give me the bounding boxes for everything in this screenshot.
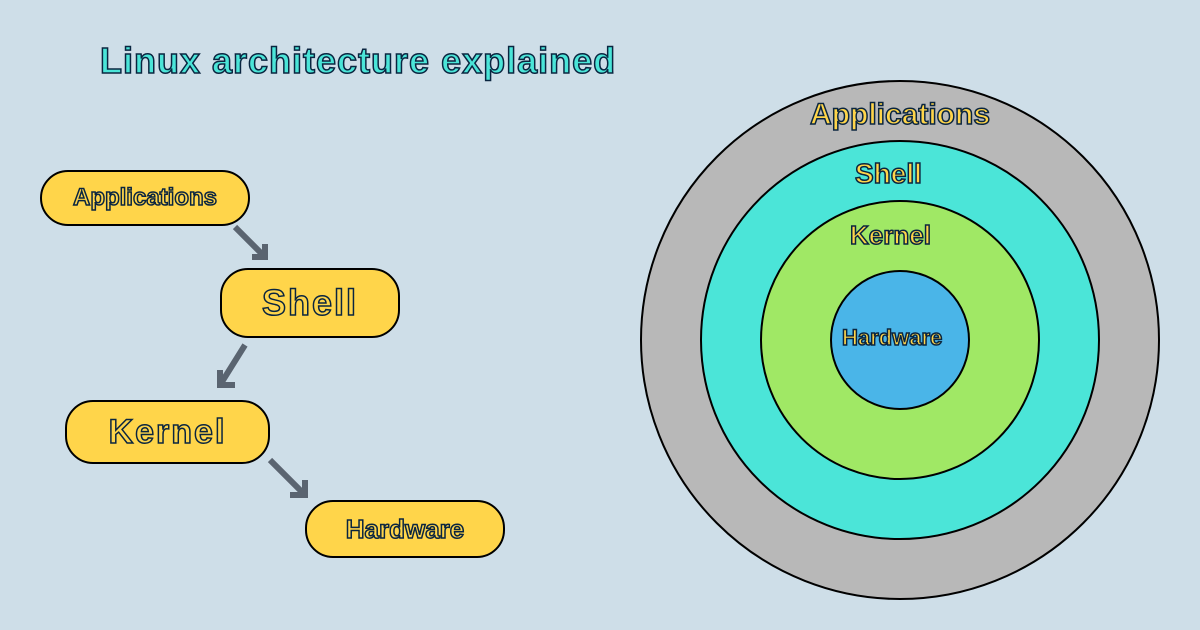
flow-node-label: Shell bbox=[262, 282, 358, 324]
flow-node-applications: Applications bbox=[40, 170, 250, 226]
ring-diagram: Applications Shell Kernel Hardware bbox=[640, 80, 1160, 600]
ring-label-kernel: Kernel bbox=[850, 220, 931, 251]
ring-label-shell: Shell bbox=[855, 158, 922, 190]
page-title: Linux architecture explained bbox=[100, 40, 616, 82]
flow-node-kernel: Kernel bbox=[65, 400, 270, 464]
flow-node-label: Kernel bbox=[109, 413, 227, 452]
ring-label-hardware: Hardware bbox=[842, 325, 942, 351]
arrow-down-icon bbox=[265, 455, 325, 510]
flow-node-label: Hardware bbox=[346, 514, 465, 545]
flow-node-label: Applications bbox=[73, 184, 217, 212]
flow-node-shell: Shell bbox=[220, 268, 400, 338]
arrow-down-icon bbox=[230, 222, 280, 272]
ring-label-applications: Applications bbox=[810, 98, 990, 132]
arrow-down-icon bbox=[210, 340, 260, 400]
flow-node-hardware: Hardware bbox=[305, 500, 505, 558]
